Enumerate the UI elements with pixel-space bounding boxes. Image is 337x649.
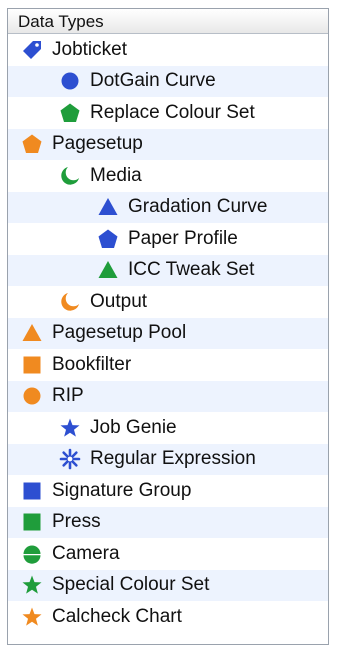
green-star-icon [18, 572, 46, 598]
list-item-label: Job Genie [90, 416, 177, 438]
list-item-label: Calcheck Chart [52, 605, 182, 627]
list-item[interactable]: Gradation Curve [8, 191, 328, 223]
list-item[interactable]: Press [8, 506, 328, 538]
green-pentagon-icon [56, 100, 84, 126]
list-item[interactable]: Special Colour Set [8, 569, 328, 601]
data-type-list: Jobticket DotGain Curve Replace Colour Set… [8, 34, 328, 633]
list-item-label: Output [90, 290, 148, 312]
list-item-label: Signature Group [52, 479, 192, 501]
list-item[interactable]: Signature Group [8, 475, 328, 507]
blue-triangle-icon [94, 194, 122, 220]
list-item[interactable]: Job Genie [8, 412, 328, 444]
blue-circle-icon [56, 68, 84, 94]
data-types-panel: Data Types Jobticket DotGain Curve Replace… [7, 8, 329, 645]
list-item-label: Press [52, 511, 101, 533]
list-item[interactable]: Pagesetup [8, 128, 328, 160]
orange-crescent-icon [56, 289, 84, 315]
list-item-label: RIP [52, 385, 84, 407]
list-item[interactable]: Media [8, 160, 328, 192]
green-crescent-icon [56, 163, 84, 189]
blue-asterisk-icon [56, 446, 84, 472]
list-item[interactable]: Paper Profile [8, 223, 328, 255]
list-item[interactable]: ICC Tweak Set [8, 254, 328, 286]
list-item-label: Camera [52, 542, 120, 564]
list-item-label: Special Colour Set [52, 574, 210, 596]
green-square-icon [18, 509, 46, 535]
list-item-label: ICC Tweak Set [128, 259, 255, 281]
orange-triangle-icon [18, 320, 46, 346]
list-item[interactable]: Regular Expression [8, 443, 328, 475]
green-half-circle-icon [18, 541, 46, 567]
list-item-label: Gradation Curve [128, 196, 268, 218]
list-item-label: Jobticket [52, 38, 127, 60]
list-item-label: DotGain Curve [90, 70, 216, 92]
list-item-label: Regular Expression [90, 448, 256, 470]
list-item[interactable]: Output [8, 286, 328, 318]
orange-circle-icon [18, 383, 46, 409]
list-item-label: Replace Colour Set [90, 101, 255, 123]
list-item[interactable]: Calcheck Chart [8, 601, 328, 633]
list-item-label: Pagesetup Pool [52, 322, 187, 344]
list-item-label: Paper Profile [128, 227, 238, 249]
list-item[interactable]: Replace Colour Set [8, 97, 328, 129]
blue-square-icon [18, 478, 46, 504]
list-item-label: Bookfilter [52, 353, 132, 375]
orange-square-icon [18, 352, 46, 378]
list-item[interactable]: Camera [8, 538, 328, 570]
list-item[interactable]: Bookfilter [8, 349, 328, 381]
panel-header[interactable]: Data Types [8, 9, 328, 34]
blue-tag-icon [18, 37, 46, 63]
blue-star-icon [56, 415, 84, 441]
list-item[interactable]: Pagesetup Pool [8, 317, 328, 349]
orange-pentagon-icon [18, 131, 46, 157]
list-item[interactable]: DotGain Curve [8, 65, 328, 97]
green-triangle-icon [94, 257, 122, 283]
list-item-label: Media [90, 164, 142, 186]
list-item-label: Pagesetup [52, 133, 143, 155]
list-item[interactable]: Jobticket [8, 34, 328, 66]
list-item[interactable]: RIP [8, 380, 328, 412]
blue-pentagon-icon [94, 226, 122, 252]
orange-star-icon [18, 604, 46, 630]
